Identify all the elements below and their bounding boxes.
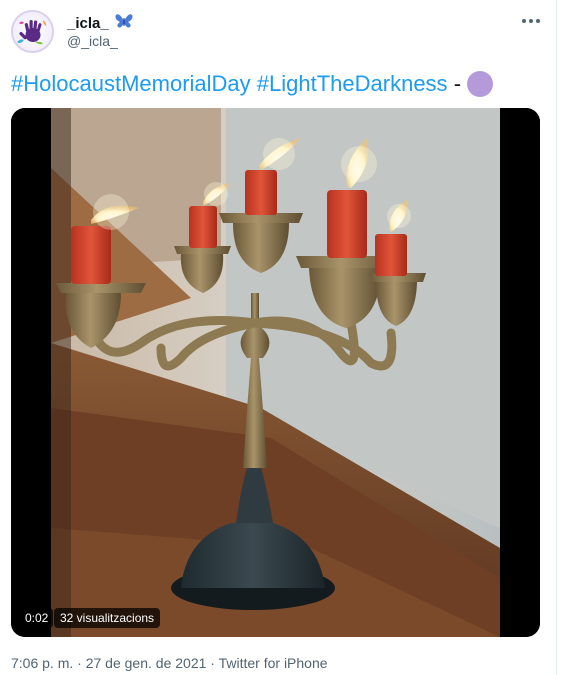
video-player[interactable] [11,108,540,637]
more-options-button[interactable] [518,10,544,32]
meta-dot-separator: · [210,655,215,671]
handprint-icon [13,12,52,51]
hashtag-light-the-darkness[interactable]: #LightTheDarkness [257,71,448,96]
author-display-name[interactable]: _icla_ [67,15,109,32]
author-avatar[interactable] [11,10,54,53]
column-divider [556,0,557,675]
author-handle[interactable]: @_icla_ [67,33,118,49]
more-icon [522,19,540,23]
tweet-source-link[interactable]: Twitter for iPhone [219,655,328,671]
video-views-badge: 32 visualitzacions [54,608,161,628]
tweet-date-link[interactable]: 27 de gen. de 2021 [86,655,207,671]
tweet-time-link[interactable]: 7:06 p. m. [11,655,73,671]
tweet-metadata: 7:06 p. m. · 27 de gen. de 2021 · Twitte… [11,655,328,671]
author-name-row: _icla_ [67,13,133,34]
tweet-card: _icla_ @_icla_ #HolocaustMemorialDay #Li… [0,0,557,675]
butterfly-icon [115,13,133,34]
video-duration-badge: 0:02 [20,608,54,628]
candelabra-video-frame [11,108,540,637]
hashtag-holocaust-memorial-day[interactable]: #HolocaustMemorialDay [11,71,251,96]
purple-circle-emoji [467,71,494,97]
text-separator: - [453,71,462,96]
meta-dot-separator: · [77,655,82,671]
tweet-text: #HolocaustMemorialDay #LightTheDarkness … [11,69,494,99]
